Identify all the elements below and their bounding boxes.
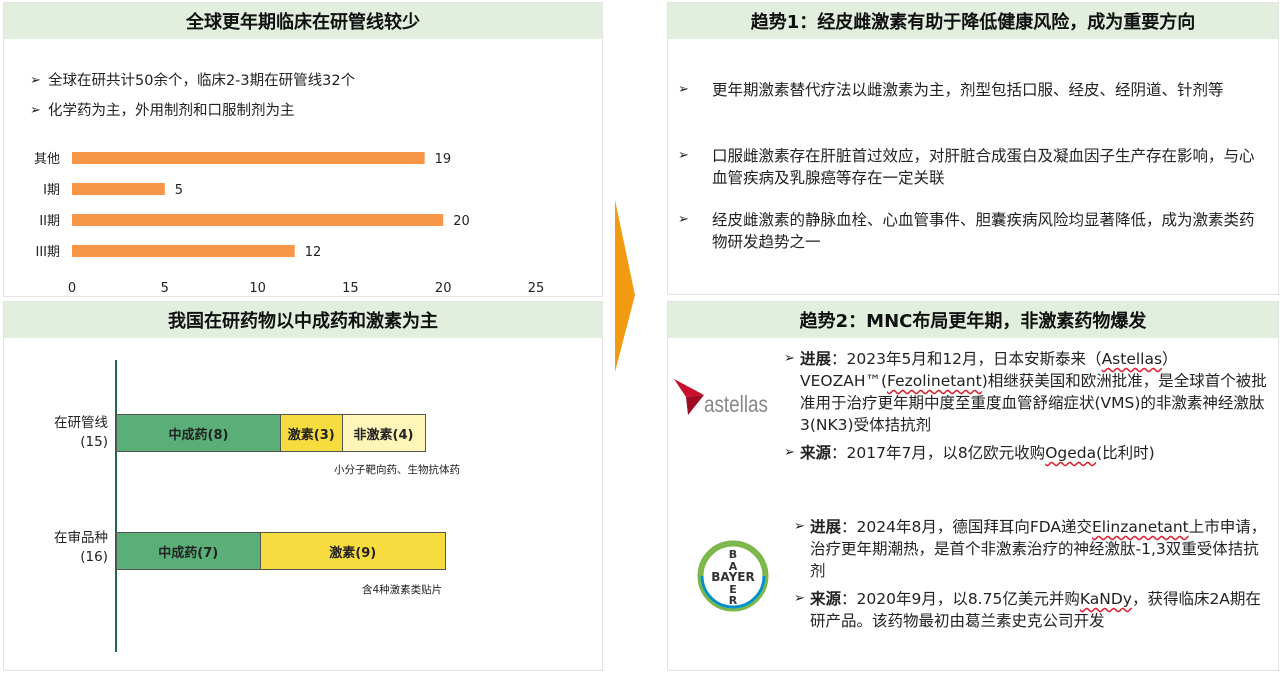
- arrow-bullet-icon: ➢: [30, 103, 41, 118]
- bullet-item: ➢ 来源：2020年9月，以8.75亿美元并购KaNDy，获得临床2A期在研产品…: [794, 590, 1261, 630]
- astellas-mark-icon: [674, 379, 704, 415]
- bullet-item: ➢ 口服雌激素存在肝脏首过效应，对肝脏合成蛋白及凝血因子生产存在影响，与心血管疾…: [678, 147, 1255, 187]
- bar: [72, 245, 295, 257]
- row-label-review: 在审品种 (16): [54, 530, 108, 565]
- data-label: 20: [453, 214, 470, 229]
- bullet-item: ➢ 更年期激素替代疗法以雌激素为主，剂型包括口服、经皮、经阴道、针剂等: [678, 81, 1224, 99]
- chevron-right-icon: [615, 200, 635, 372]
- bullet-item: ➢ 进展：2023年5月和12月，日本安斯泰来（Astellas）VEOZAH™…: [784, 350, 1267, 434]
- arrow-bullet-icon: ➢: [30, 73, 41, 88]
- bar: [72, 214, 444, 226]
- x-tick-label: 10: [249, 281, 266, 296]
- svg-text:R: R: [729, 594, 738, 607]
- arrow-bullet-icon: ➢: [678, 82, 689, 97]
- category-label: II期: [39, 214, 60, 229]
- row-label-pipeline: 在研管线 (15): [54, 415, 108, 450]
- x-tick-label: 15: [342, 281, 359, 296]
- arrow-bullet-icon: ➢: [678, 148, 689, 163]
- arrow-bullet-icon: ➢: [678, 212, 689, 227]
- data-label: 12: [305, 245, 322, 260]
- arrow-bullet-icon: ➢: [794, 519, 805, 534]
- stack-segment: 非激素(4): [342, 415, 425, 451]
- trend2-panel: 趋势2：MNC布局更年期，非激素药物爆发 astellas ➢ 进展：2023年…: [667, 301, 1279, 671]
- bar: [72, 152, 425, 164]
- data-label: 19: [435, 152, 452, 167]
- panel-title: 全球更年期临床在研管线较少: [4, 3, 602, 39]
- phase-bar-chart: 其他 19 I期 5 II期 20 III期 12 0 5 10 15 20 25: [34, 152, 545, 296]
- vertical-axis-line: [115, 360, 117, 652]
- svg-text:BAYER: BAYER: [711, 570, 754, 584]
- bar-note: 小分子靶向药、生物抗体药: [334, 464, 460, 476]
- stack-segment: 激素(9): [260, 533, 445, 569]
- china-pipeline-panel: 我国在研药物以中成药和激素为主 在研管线 (15) 中成药(8) 激素(3) 非激素…: [3, 301, 603, 671]
- stacked-bar-pipeline: 中成药(8) 激素(3) 非激素(4): [116, 414, 426, 452]
- category-label: 其他: [34, 152, 60, 167]
- x-tick-label: 0: [68, 281, 76, 296]
- astellas-text-block: ➢ 进展：2023年5月和12月，日本安斯泰来（Astellas）VEOZAH™…: [784, 348, 1270, 464]
- stacked-bar-review: 中成药(7) 激素(9): [116, 532, 446, 570]
- global-pipeline-panel: 全球更年期临床在研管线较少 ➢ 全球在研共计50余个，临床2-3期在研管线32个…: [3, 2, 603, 297]
- x-tick-label: 25: [528, 281, 545, 296]
- bullet-item: ➢ 全球在研共计50余个，临床2-3期在研管线32个: [30, 70, 355, 92]
- stack-segment: 中成药(7): [117, 533, 261, 569]
- arrow-bullet-icon: ➢: [784, 351, 795, 366]
- panel-title: 趋势1：经皮雌激素有助于降低健康风险，成为重要方向: [668, 3, 1278, 39]
- bullet-item: ➢ 经皮雌激素的静脉血栓、心血管事件、胆囊疾病风险均显著降低，成为激素类药物研发…: [678, 211, 1255, 251]
- data-label: 5: [175, 183, 183, 198]
- bayer-logo: B A BAYER E R: [697, 540, 769, 612]
- arrow-bullet-icon: ➢: [784, 445, 795, 460]
- bullet-item: ➢ 来源：2017年7月，以8亿欧元收购Ogeda(比利时): [784, 444, 1155, 462]
- x-tick-label: 20: [435, 281, 452, 296]
- category-label: III期: [35, 245, 60, 260]
- panel-title: 趋势2：MNC布局更年期，非激素药物爆发: [668, 302, 1278, 338]
- panel-title: 我国在研药物以中成药和激素为主: [4, 302, 602, 338]
- bar: [72, 183, 165, 195]
- stack-segment: 中成药(8): [117, 415, 281, 451]
- stack-segment: 激素(3): [281, 415, 343, 451]
- x-tick-label: 5: [161, 281, 169, 296]
- arrow-bullet-icon: ➢: [794, 591, 805, 606]
- category-label: I期: [43, 183, 60, 198]
- bar-note: 含4种激素类贴片: [362, 584, 443, 596]
- trend1-panel: 趋势1：经皮雌激素有助于降低健康风险，成为重要方向 ➢ 更年期激素替代疗法以雌激…: [667, 2, 1279, 295]
- bayer-text-block: ➢ 进展：2024年8月，德国拜耳向FDA递交Elinzanetant上市申请，…: [794, 516, 1270, 632]
- bullet-item: ➢ 化学药为主，外用制剂和口服制剂为主: [30, 100, 295, 122]
- bullet-item: ➢ 进展：2024年8月，德国拜耳向FDA递交Elinzanetant上市申请，…: [794, 518, 1267, 580]
- astellas-logo: astellas: [674, 377, 778, 421]
